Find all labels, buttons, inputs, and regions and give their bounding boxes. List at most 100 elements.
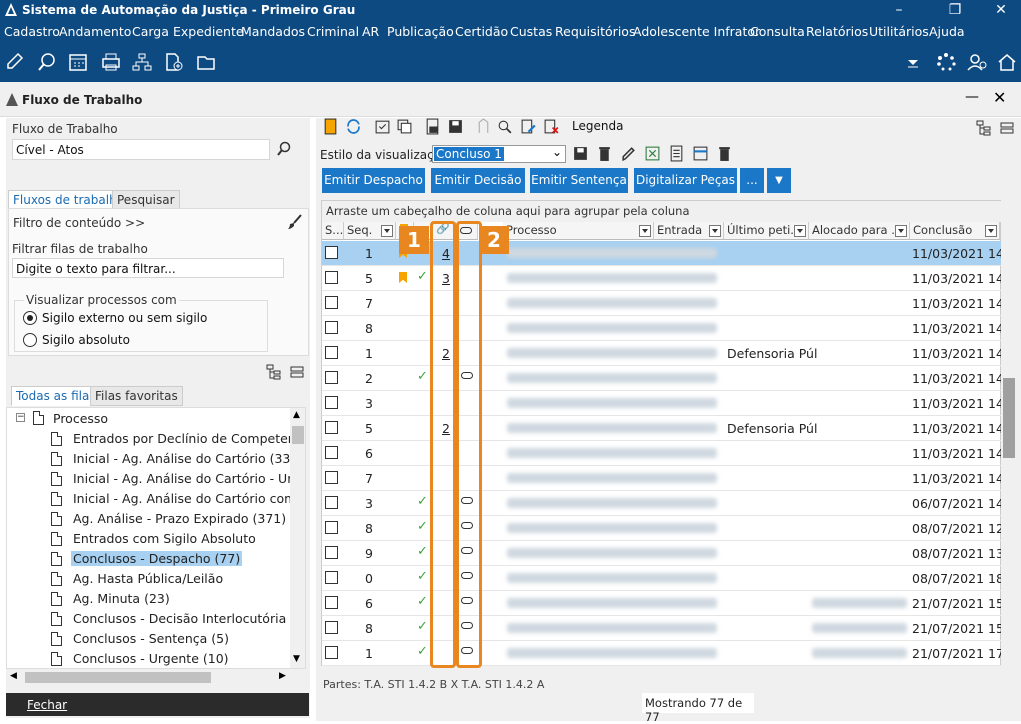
row-checkbox[interactable] (325, 246, 338, 259)
grid-scroll-thumb[interactable] (1003, 378, 1015, 458)
filter-dropdown-icon[interactable] (985, 225, 997, 237)
tree-hscroll-thumb[interactable] (25, 672, 211, 683)
row-checkbox[interactable] (325, 571, 338, 584)
restore-button[interactable]: ❐ (938, 0, 972, 21)
calendar-icon[interactable] (67, 52, 89, 72)
menu-carga[interactable]: Carga (132, 24, 169, 39)
menu-publicacao[interactable]: Publicação (387, 24, 454, 39)
digitalizar-pecas-button[interactable]: Digitalizar Peças (634, 168, 737, 193)
table-row[interactable]: 2 ✓ 11/03/2021 14: (322, 366, 1008, 391)
save-doc-icon[interactable] (447, 118, 464, 135)
row-checkbox[interactable] (325, 321, 338, 334)
zoom-doc-icon[interactable] (496, 118, 513, 135)
emitir-despacho-button[interactable]: Emitir Despacho (322, 168, 425, 193)
edit-doc-icon[interactable] (520, 118, 537, 135)
scroll-up-icon[interactable]: ▲ (293, 410, 300, 420)
sigilo-externo-radio[interactable] (23, 311, 37, 325)
export-icon[interactable] (475, 118, 492, 135)
search-icon[interactable] (276, 141, 292, 157)
copy-window-icon[interactable] (396, 118, 413, 135)
minimize-button[interactable]: – (882, 0, 916, 21)
estilo-select[interactable]: Concluso 1 ⌄ (432, 145, 566, 163)
column-header[interactable]: Seq. (344, 222, 396, 240)
print-doc-icon[interactable] (424, 118, 441, 135)
brush-icon[interactable] (287, 214, 303, 230)
table-row[interactable]: 0 ✓ 08/07/2021 18: (322, 566, 1008, 591)
menu-ajuda[interactable]: Ajuda (929, 24, 965, 39)
menu-expediente[interactable]: Expediente (173, 24, 244, 39)
table-row[interactable]: 6 11/03/2021 14: (322, 441, 1008, 466)
filtro-conteudo-toggle[interactable]: Filtro de conteúdo >> (13, 216, 145, 230)
row-checkbox[interactable] (325, 471, 338, 484)
row-checkbox[interactable] (325, 521, 338, 534)
table-row[interactable]: 3 11/03/2021 14: (322, 391, 1008, 416)
row-checkbox[interactable] (325, 496, 338, 509)
fechar-button[interactable]: Fechar (6, 693, 309, 716)
tab-pesquisar[interactable]: Pesquisar (112, 190, 180, 210)
filter-dropdown-icon[interactable] (895, 225, 907, 237)
column-header[interactable]: S... (322, 222, 344, 240)
notes-icon[interactable] (668, 145, 685, 162)
menu-certidao[interactable]: Certidão (455, 24, 508, 39)
sigilo-absoluto-radio[interactable] (23, 333, 37, 347)
column-header[interactable]: Alocado para ... (809, 222, 910, 240)
table-row[interactable]: 3 ✓ 06/07/2021 14: (322, 491, 1008, 516)
tree-scroll-thumb[interactable] (292, 426, 304, 444)
menu-relatorios[interactable]: Relatórios (806, 24, 868, 39)
row-checkbox[interactable] (325, 596, 338, 609)
menu-custas[interactable]: Custas (510, 24, 552, 39)
menu-consulta[interactable]: Consulta (750, 24, 805, 39)
home-icon[interactable] (996, 52, 1018, 72)
row-checkbox[interactable] (325, 646, 338, 659)
close-panel-icon[interactable]: ✕ (993, 88, 1006, 107)
search-document-icon[interactable] (36, 52, 58, 72)
collapse-toggle-icon[interactable]: − (16, 413, 25, 422)
dropdown-button[interactable]: ▼ (767, 168, 791, 193)
tree-vertical-scrollbar[interactable]: ▲ ▼ (290, 408, 305, 668)
filtrar-input[interactable]: Digite o texto para filtrar... (12, 258, 284, 278)
filter-dropdown-icon[interactable] (381, 225, 393, 237)
dropdown-arrow-icon[interactable] (902, 52, 924, 72)
close-window-button[interactable]: ✕ (984, 0, 1018, 21)
row-checkbox[interactable] (325, 371, 338, 384)
grid-collapse-icon[interactable] (999, 120, 1015, 136)
table-row[interactable]: 5 2 Defensoria Púl 11/03/2021 14: (322, 416, 1008, 441)
collapse-tree-icon[interactable] (289, 364, 305, 380)
tab-fluxos-trabalho[interactable]: Fluxos de trabalho (8, 190, 130, 210)
layout-icon[interactable] (692, 145, 709, 162)
menu-mandados[interactable]: Mandados (241, 24, 305, 39)
menu-adolescente-infrator[interactable]: Adolescente Infrator (633, 24, 760, 39)
delete-style-icon[interactable] (596, 145, 613, 162)
table-row[interactable]: 8 11/03/2021 14: (322, 316, 1008, 341)
bookmark-icon[interactable] (322, 118, 339, 135)
emitir-decisao-button[interactable]: Emitir Decisão (431, 168, 525, 193)
grid-expand-icon[interactable] (976, 120, 992, 136)
delete-doc-icon[interactable] (543, 118, 560, 135)
chevron-down-icon[interactable]: ⌄ (552, 145, 562, 159)
expand-tree-icon[interactable] (266, 364, 282, 380)
row-checkbox[interactable] (325, 546, 338, 559)
column-header[interactable]: Entrada (654, 222, 724, 240)
table-row[interactable]: 6 ✓ 21/07/2021 15: (322, 591, 1008, 616)
table-row[interactable]: 1 ✓ 21/07/2021 17: (322, 641, 1008, 666)
row-checkbox[interactable] (325, 621, 338, 634)
excel-icon[interactable] (644, 145, 661, 162)
add-document-icon[interactable] (163, 52, 185, 72)
table-row[interactable]: 8 ✓ 21/07/2021 15: (322, 616, 1008, 641)
row-checkbox[interactable] (325, 296, 338, 309)
column-header[interactable]: Último peti... (724, 222, 809, 240)
emitir-sentenca-button[interactable]: Emitir Sentença (530, 168, 628, 193)
minimize-panel-icon[interactable]: — (965, 89, 979, 105)
filter-dropdown-icon[interactable] (794, 225, 806, 237)
legenda-label[interactable]: Legenda (572, 119, 623, 133)
check-window-icon[interactable] (374, 118, 391, 135)
scroll-right-icon[interactable]: ▶ (279, 671, 286, 681)
table-row[interactable]: 7 11/03/2021 14: (322, 291, 1008, 316)
tab-filas-favoritas[interactable]: Filas favoritas (90, 386, 183, 406)
row-checkbox[interactable] (325, 346, 338, 359)
filter-dropdown-icon[interactable] (709, 225, 721, 237)
user-search-icon[interactable] (966, 52, 988, 72)
row-checkbox[interactable] (325, 396, 338, 409)
menu-utilitarios[interactable]: Utilitários (869, 24, 929, 39)
hierarchy-icon[interactable] (131, 52, 153, 72)
